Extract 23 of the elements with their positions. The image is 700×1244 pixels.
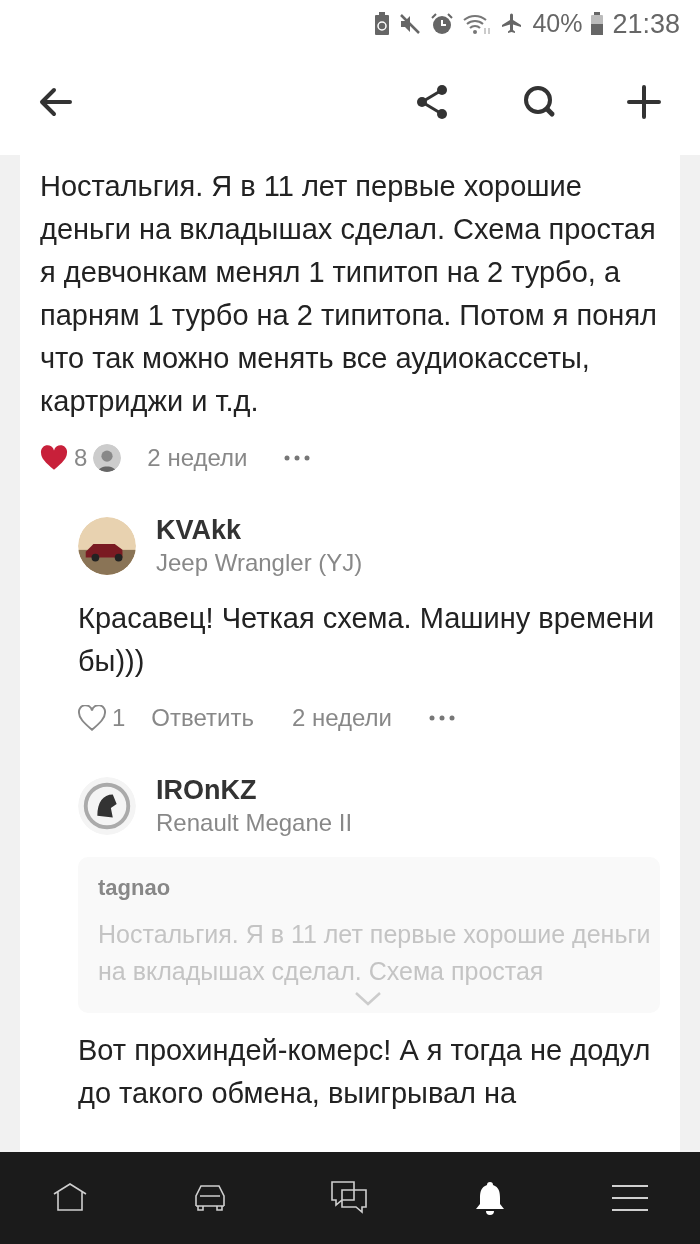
car-name: Jeep Wrangler (YJ) <box>156 548 363 578</box>
quote-author: tagnao <box>98 874 172 902</box>
author-name: IROnKZ <box>156 774 258 807</box>
reply-link[interactable]: Ответить <box>151 700 254 736</box>
like-count: 1 <box>112 703 126 733</box>
heart-icon[interactable] <box>40 445 68 471</box>
comment-text: Ностальгия. Я в 11 лет первые хорошие деньги на вкладышах сделал. Схема простая я девчонкам менял 1 типитоп на 2 турбо, а парням 1 турбо на 2 типитопа. Потом я понял что так можно менять все аудиокассеты, картриджи и т.д. <box>40 169 658 419</box>
car-name: Renault Megane II <box>156 808 353 838</box>
battery-saver-icon <box>374 12 391 36</box>
clock: 21:38 <box>612 7 680 41</box>
comment-text: Вот прохиндей-комерс! А я тогда не додул до такого обмена, выигрывал на <box>78 1033 652 1111</box>
author-name: KVAkk <box>156 514 243 547</box>
alarm-icon <box>430 12 455 36</box>
timestamp: 2 недели <box>291 703 392 733</box>
timestamp: 2 недели <box>147 443 248 473</box>
more-icon[interactable] <box>428 714 456 722</box>
heart-icon[interactable] <box>78 705 106 731</box>
battery-percent: 40% <box>532 8 583 40</box>
more-icon[interactable] <box>283 454 312 462</box>
like-count: 8 <box>74 443 88 473</box>
wifi-icon <box>462 12 493 36</box>
battery-icon <box>590 12 605 36</box>
comment-text: Красавец! Четкая схема. Машину времени бы))) <box>78 601 656 679</box>
